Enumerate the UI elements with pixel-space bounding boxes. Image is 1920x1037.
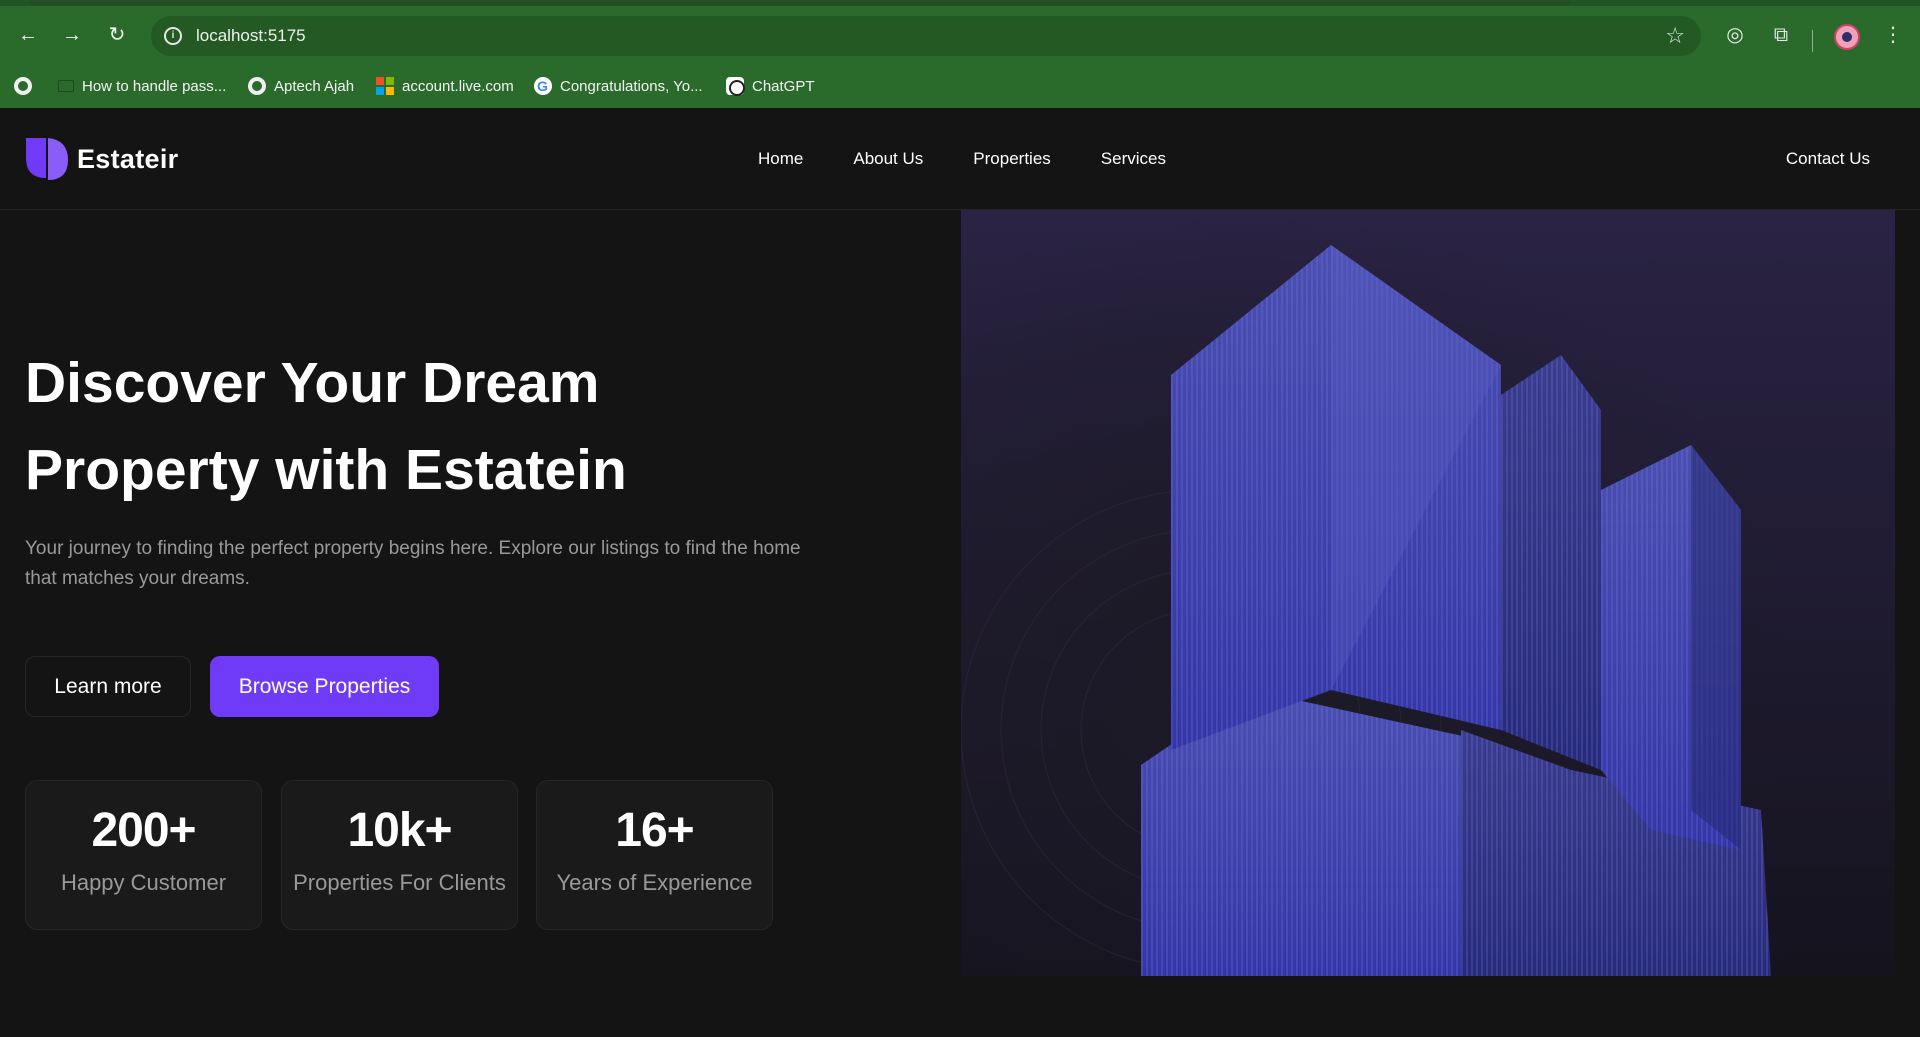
bookmark-label: How to handle pass... <box>82 77 227 95</box>
nav-home[interactable]: Home <box>758 149 803 169</box>
chatgpt-icon <box>726 77 745 96</box>
bookmark-item[interactable]: ChatGPT <box>726 74 815 98</box>
nav-properties[interactable]: Properties <box>973 149 1050 169</box>
hero-subtitle: Your journey to finding the perfect prop… <box>25 538 801 589</box>
nav-services[interactable]: Services <box>1101 149 1166 169</box>
stat-value: 200+ <box>91 804 196 857</box>
browser-toolbar: ← → ↻ i localhost:5175 ☆ ◎ ⧉ ⋮ <box>0 6 1920 66</box>
contact-us-button[interactable]: Contact Us <box>1786 149 1870 169</box>
hero-building-image <box>961 210 1895 976</box>
lens-icon[interactable]: ◎ <box>1721 21 1749 49</box>
bookmark-label: Congratulations, Yo... <box>560 77 703 95</box>
bookmark-label: Aptech Ajah <box>274 77 355 95</box>
stat-card: 10k+ Properties For Clients <box>281 780 518 930</box>
nav-about-us[interactable]: About Us <box>853 149 923 169</box>
brand-name[interactable]: Estateir <box>77 144 178 175</box>
learn-more-button[interactable]: Learn more <box>25 656 191 717</box>
globe-icon <box>248 77 266 95</box>
bookmark-star-icon[interactable]: ☆ <box>1665 23 1685 49</box>
back-icon[interactable]: ← <box>16 23 40 47</box>
microsoft-icon <box>376 77 394 95</box>
extensions-icon[interactable]: ⧉ <box>1767 21 1795 49</box>
address-bar[interactable]: i localhost:5175 ☆ <box>151 16 1701 56</box>
browser-chrome: ← → ↻ i localhost:5175 ☆ ◎ ⧉ ⋮ How to ha… <box>0 0 1920 108</box>
reload-icon[interactable]: ↻ <box>105 23 129 47</box>
stat-label: Happy Customer <box>60 870 227 895</box>
stat-card: 16+ Years of Experience <box>536 780 773 930</box>
hero-title: Discover Your Dream Property with Estate… <box>25 340 785 514</box>
site-header: Estateir Home About Us Properties Servic… <box>0 108 1920 210</box>
bookmark-label: ChatGPT <box>752 77 815 95</box>
folder-icon <box>58 80 74 92</box>
hero-title-line2: Property with Estatein <box>25 438 627 502</box>
stat-label: Properties For Clients <box>293 870 506 895</box>
stat-value: 10k+ <box>347 804 452 857</box>
hero-title-line1: Discover Your Dream <box>25 351 600 415</box>
toolbar-divider <box>1812 30 1813 52</box>
logo-icon[interactable] <box>24 136 70 182</box>
site-info-icon[interactable]: i <box>164 27 182 45</box>
bookmark-item[interactable]: Aptech Ajah <box>248 74 354 98</box>
bookmark-label: account.live.com <box>402 77 514 95</box>
profile-avatar[interactable] <box>1834 24 1860 50</box>
browse-properties-button[interactable]: Browse Properties <box>210 656 439 717</box>
main-nav: Home About Us Properties Services <box>758 149 1166 169</box>
google-icon <box>534 77 552 95</box>
address-url[interactable]: localhost:5175 <box>196 26 306 46</box>
stat-label: Years of Experience <box>556 870 753 895</box>
stat-value: 16+ <box>615 804 694 857</box>
forward-icon[interactable]: → <box>60 23 84 47</box>
bookmark-item[interactable]: Congratulations, Yo... <box>534 74 703 98</box>
stat-card: 200+ Happy Customer <box>25 780 262 930</box>
bookmark-item[interactable]: How to handle pass... <box>58 74 226 98</box>
apps-icon[interactable] <box>14 74 32 98</box>
bookmarks-bar: How to handle pass... Aptech Ajah accoun… <box>0 66 1920 106</box>
bookmark-item[interactable]: account.live.com <box>376 74 514 98</box>
page: Estateir Home About Us Properties Servic… <box>0 108 1920 1037</box>
menu-kebab-icon[interactable]: ⋮ <box>1879 21 1907 49</box>
